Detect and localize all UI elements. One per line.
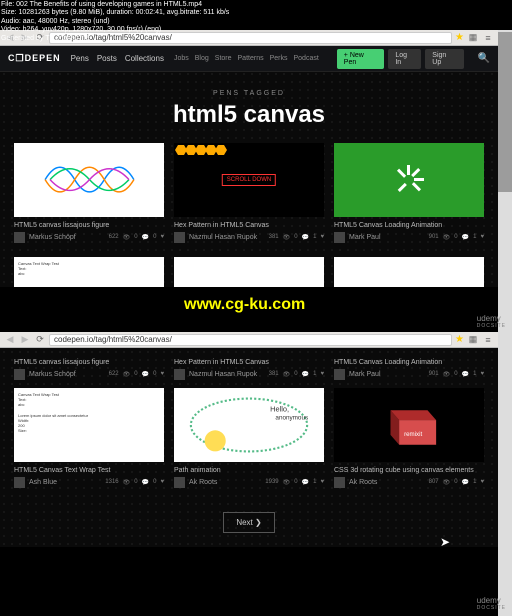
- menu-icon[interactable]: ≡: [482, 334, 494, 346]
- pen-grid: HTML5 canvas lissajous figure Markus Sch…: [0, 143, 498, 257]
- search-icon[interactable]: 🔍: [478, 53, 490, 64]
- pen-title: CSS 3d rotating cube using canvas elemen…: [334, 462, 484, 477]
- page-content: HTML5 canvas lissajous figure Markus Sch…: [0, 348, 498, 547]
- browser-toolbar: ◀ ▶ ⟳ codepen.io/tag/html5%20canvas/ ★ ▦…: [0, 332, 498, 348]
- scroll-label: SCROLL DOWN: [222, 174, 276, 186]
- hero: PENS TAGGED html5 canvas: [0, 72, 498, 143]
- extension-icon[interactable]: ▦: [467, 334, 479, 346]
- primary-nav: Pens Posts Collections: [71, 54, 164, 63]
- author-name[interactable]: Mark Paul: [349, 234, 425, 241]
- watermark: www.cg-ku.com: [184, 296, 305, 314]
- pen-thumbnail: remixit: [334, 388, 484, 462]
- next-button[interactable]: Next ❯: [223, 512, 274, 533]
- svg-text:anonymous: anonymous: [275, 415, 308, 422]
- pen-thumbnail: Canvas Text Wrap TestText:abcLorem ipsum…: [14, 388, 164, 462]
- pen-meta: Markus Schöpf622👁0💬0♥: [14, 232, 164, 243]
- pen-grid: Canvas Text Wrap TestText:abcLorem ipsum…: [0, 388, 498, 502]
- secondary-nav: Jobs Blog Store Patterns Perks Podcast: [174, 55, 319, 62]
- mouse-cursor: ➤: [440, 535, 450, 549]
- browser-window-top: ◀ ▶ ⟳ codepen.io/tag/html5%20canvas/ ★ ▦…: [0, 30, 498, 287]
- pen-card[interactable]: HTML5 Canvas Loading Animation Mark Paul…: [334, 143, 484, 243]
- page-content: C❐DEPEN Pens Posts Collections Jobs Blog…: [0, 46, 498, 287]
- pen-title: HTML5 Canvas Loading Animation: [334, 354, 484, 369]
- scrollbar-thumb[interactable]: [498, 32, 512, 192]
- nav-jobs[interactable]: Jobs: [174, 55, 189, 62]
- udemy-badge: udemyDOCSITE: [477, 314, 506, 329]
- header-actions: + New Pen Log In Sign Up: [337, 49, 464, 69]
- nav-podcast[interactable]: Podcast: [294, 55, 319, 62]
- menu-icon[interactable]: ≡: [482, 32, 494, 44]
- avatar: [14, 232, 25, 243]
- login-button[interactable]: Log In: [388, 49, 421, 69]
- pagination: Next ❯: [0, 502, 498, 547]
- logo[interactable]: C❐DEPEN: [8, 53, 61, 64]
- address-bar[interactable]: codepen.io/tag/html5%20canvas/: [49, 334, 452, 346]
- pen-card[interactable]: Hello,anonymous Path animation Ak Roots1…: [174, 388, 324, 488]
- pen-grid: HTML5 canvas lissajous figure Markus Sch…: [0, 354, 498, 388]
- pen-thumbnail: [334, 143, 484, 217]
- nav-collections[interactable]: Collections: [125, 54, 164, 63]
- pen-meta: Nazmul Hasan Rupok381👁0💬1♥: [174, 232, 324, 243]
- pen-title: Path animation: [174, 462, 324, 477]
- extension-icon[interactable]: ▦: [467, 32, 479, 44]
- author-name[interactable]: Markus Schöpf: [29, 234, 105, 241]
- pen-thumbnail[interactable]: [334, 257, 484, 287]
- pen-title: HTML5 Canvas Text Wrap Test: [14, 462, 164, 477]
- pen-card[interactable]: Canvas Text Wrap TestText:abcLorem ipsum…: [14, 388, 164, 488]
- pen-card[interactable]: HTML5 Canvas Loading Animation Mark Paul…: [334, 354, 484, 380]
- reload-button[interactable]: ⟳: [34, 334, 46, 346]
- file-metadata: File: 002 The Benefits of using developi…: [0, 0, 230, 44]
- browser-window-bottom: ◀ ▶ ⟳ codepen.io/tag/html5%20canvas/ ★ ▦…: [0, 332, 498, 547]
- pen-grid-partial: Canvas Text Wrap TestText:abc: [0, 257, 498, 287]
- forward-button[interactable]: ▶: [19, 334, 31, 346]
- bookmark-icon[interactable]: ★: [455, 32, 464, 43]
- pen-card[interactable]: remixit CSS 3d rotating cube using canva…: [334, 388, 484, 488]
- pen-title: Hex Pattern in HTML5 Canvas: [174, 354, 324, 369]
- avatar: [174, 232, 185, 243]
- bookmark-icon[interactable]: ★: [455, 334, 464, 345]
- nav-blog[interactable]: Blog: [195, 55, 209, 62]
- nav-patterns[interactable]: Patterns: [238, 55, 264, 62]
- nav-perks[interactable]: Perks: [270, 55, 288, 62]
- page-title: html5 canvas: [0, 101, 498, 129]
- nav-posts[interactable]: Posts: [97, 54, 117, 63]
- pen-thumbnail: SCROLL DOWN: [174, 143, 324, 217]
- pen-thumbnail: Hello, anonymous: [174, 388, 324, 462]
- back-button[interactable]: ◀: [4, 334, 16, 346]
- avatar: [334, 232, 345, 243]
- pen-card[interactable]: HTML5 canvas lissajous figure Markus Sch…: [14, 354, 164, 380]
- nav-pens[interactable]: Pens: [71, 54, 89, 63]
- signup-button[interactable]: Sign Up: [425, 49, 463, 69]
- pen-thumbnail[interactable]: [174, 257, 324, 287]
- author-name[interactable]: Nazmul Hasan Rupok: [189, 234, 265, 241]
- udemy-badge: udemyDOCSITE: [477, 596, 506, 611]
- spinner-icon: [394, 165, 424, 195]
- pen-meta: Mark Paul901👁0💬1♥: [334, 232, 484, 243]
- pen-title: HTML5 Canvas Loading Animation: [334, 217, 484, 232]
- pen-title: Hex Pattern in HTML5 Canvas: [174, 217, 324, 232]
- pen-title: HTML5 canvas lissajous figure: [14, 217, 164, 232]
- nav-store[interactable]: Store: [215, 55, 232, 62]
- hero-subtitle: PENS TAGGED: [0, 90, 498, 97]
- pen-title: HTML5 canvas lissajous figure: [14, 354, 164, 369]
- svg-text:Hello,: Hello,: [270, 404, 289, 413]
- pen-card[interactable]: SCROLL DOWN Hex Pattern in HTML5 Canvas …: [174, 143, 324, 243]
- svg-text:remixit: remixit: [404, 431, 422, 438]
- pen-card[interactable]: HTML5 canvas lissajous figure Markus Sch…: [14, 143, 164, 243]
- site-header: C❐DEPEN Pens Posts Collections Jobs Blog…: [0, 46, 498, 72]
- pen-card[interactable]: Hex Pattern in HTML5 Canvas Nazmul Hasan…: [174, 354, 324, 380]
- pen-thumbnail: [14, 143, 164, 217]
- pen-thumbnail[interactable]: Canvas Text Wrap TestText:abc: [14, 257, 164, 287]
- new-pen-button[interactable]: + New Pen: [337, 49, 385, 69]
